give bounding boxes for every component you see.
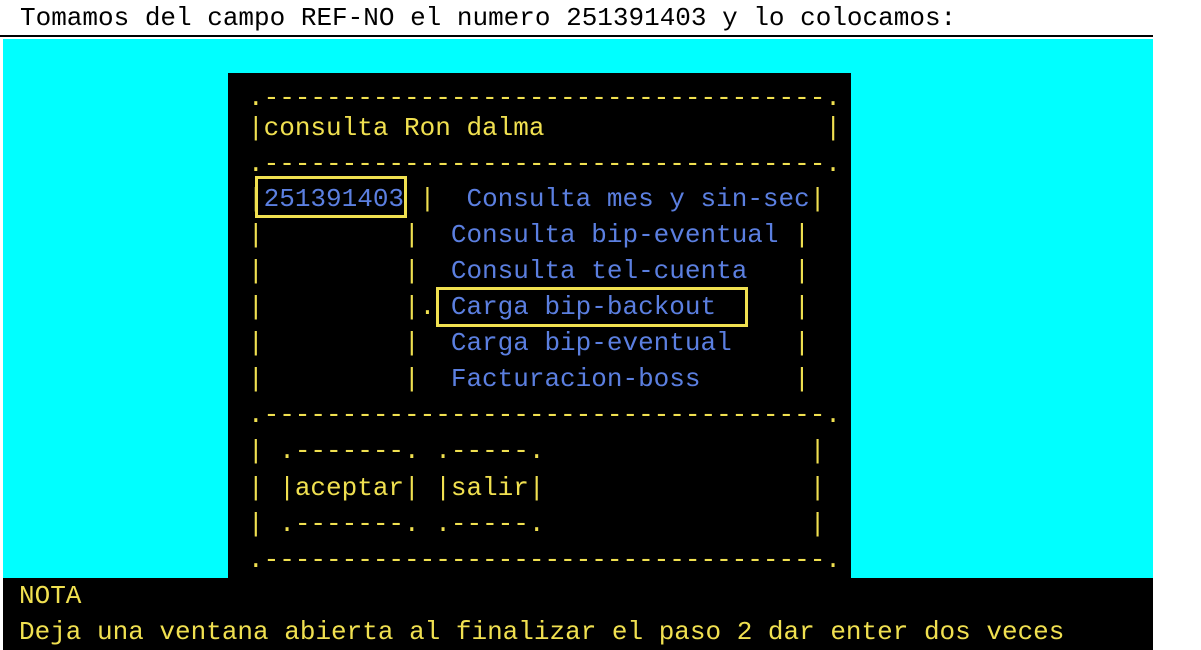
button-border-row: | .-------. .-----. | — [248, 436, 826, 466]
menu-item-consulta-tel-cuenta[interactable]: Consulta tel-cuenta — [451, 256, 747, 286]
dialog-title-row: |consulta Ron dalma | — [248, 113, 841, 143]
dialog-separator-2: .------------------------------------. — [248, 400, 841, 430]
note-text: Deja una ventana abierta al finalizar el… — [19, 617, 1065, 647]
dialog-border-bottom: .------------------------------------. — [248, 545, 841, 575]
instruction-header: Tomamos del campo REF-NO el numero 25139… — [0, 0, 1153, 37]
menu-row: | | Carga bip-eventual | — [248, 328, 810, 358]
dialog-title: consulta Ron dalma — [263, 113, 545, 143]
menu-item-consulta-mes[interactable]: Consulta mes y sin-sec — [466, 184, 809, 214]
exit-button[interactable]: salir — [451, 473, 529, 503]
menu-row: | | Consulta tel-cuenta | — [248, 256, 810, 286]
menu-item-consulta-bip-eventual[interactable]: Consulta bip-eventual — [451, 220, 779, 250]
menu-item-carga-bip-eventual[interactable]: Carga bip-eventual — [451, 328, 732, 358]
ref-no-highlight — [255, 176, 407, 218]
carga-bip-backout-highlight — [436, 287, 748, 327]
button-border-row: | .-------. .-----. | — [248, 509, 826, 539]
selected-marker: . — [419, 292, 436, 322]
accept-button[interactable]: aceptar — [295, 473, 404, 503]
button-row: | |aceptar| |salir| | — [248, 473, 826, 503]
note-label: NOTA — [19, 581, 82, 611]
menu-item-facturacion-boss[interactable]: Facturacion-boss — [451, 364, 701, 394]
menu-row: | | Consulta bip-eventual | — [248, 220, 810, 250]
note-panel: NOTA Deja una ventana abierta al finaliz… — [3, 578, 1153, 650]
menu-row: | | Facturacion-boss | — [248, 364, 810, 394]
